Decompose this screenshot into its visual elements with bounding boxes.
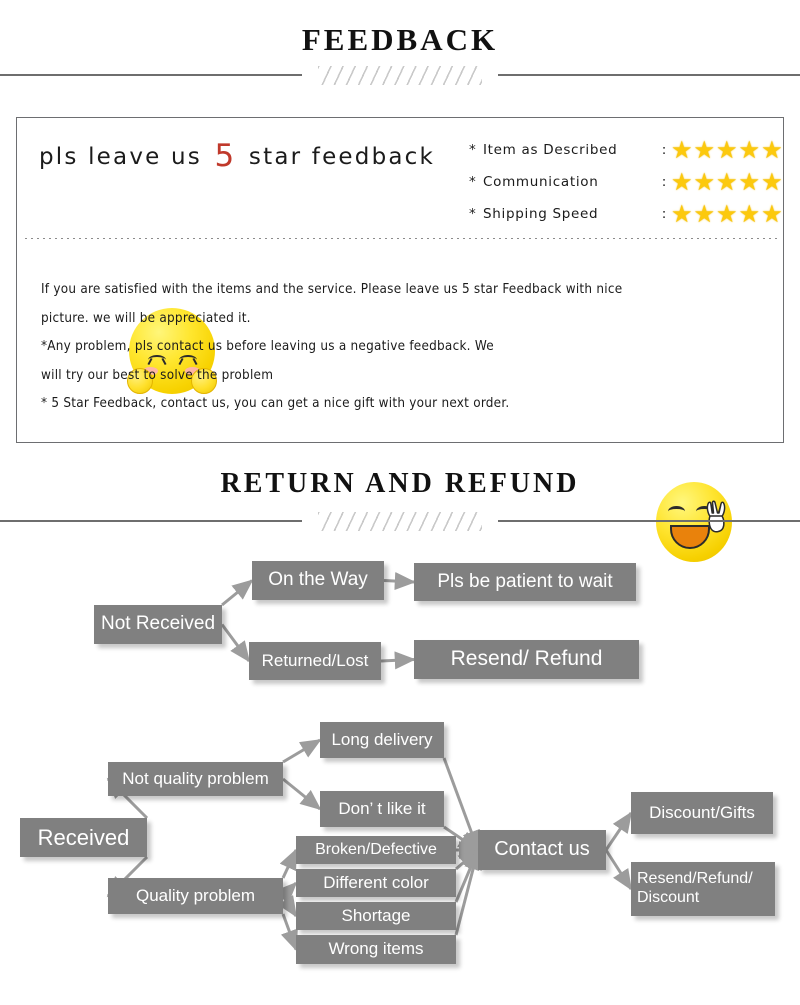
flow-edge-not-received-to-returned-lost	[220, 623, 251, 663]
flow-node-not-received[interactable]: Not Received	[94, 605, 222, 644]
return-refund-flowchart: Not Received On the Way Pls be patient to …	[0, 0, 800, 1005]
flow-node-label: Broken/Defective	[315, 841, 437, 859]
flow-node-label: Pls be patient to wait	[437, 570, 613, 592]
flow-node-discount-gifts[interactable]: Discount/Gifts	[631, 792, 773, 834]
flow-node-label: Discount/Gifts	[649, 802, 755, 822]
flow-node-returned-lost[interactable]: Returned/Lost	[249, 642, 381, 680]
flow-node-wrong-items[interactable]: Wrong items	[296, 935, 456, 964]
flow-node-label: Shortage	[341, 905, 411, 925]
flow-edge-contact-us-to-discount-gifts	[604, 811, 633, 851]
flow-node-label: Wrong items	[328, 939, 424, 959]
flow-node-long-delivery[interactable]: Long delivery	[320, 722, 444, 758]
flow-node-label: Don’ t like it	[338, 798, 426, 818]
flow-edge-on-the-way-to-pls-be-patient	[383, 572, 416, 591]
flow-node-label: Different color	[323, 872, 429, 892]
flow-node-label: Not quality problem	[122, 768, 269, 788]
flow-node-label: Contact us	[494, 838, 590, 861]
flow-node-on-the-way[interactable]: On the Way	[252, 561, 384, 600]
flow-edge-quality-problem-to-broken-defective	[279, 848, 298, 879]
flow-node-label: Received	[37, 824, 130, 850]
flow-edge-quality-problem-to-different-color	[276, 881, 298, 903]
flow-node-broken-defective[interactable]: Broken/Defective	[296, 836, 456, 864]
flow-edge-different-color-to-contact-us	[455, 848, 480, 871]
flow-node-contact-us[interactable]: Contact us	[478, 830, 606, 870]
flow-edge-quality-problem-to-shortage	[277, 894, 298, 918]
flow-node-different-color[interactable]: Different color	[296, 869, 456, 897]
flow-edge-contact-us-to-resend-refund-discount	[604, 849, 633, 891]
flow-node-dont-like-it[interactable]: Don’ t like it	[320, 791, 444, 827]
flow-node-resend-refund[interactable]: Resend/ Refund	[414, 640, 639, 679]
flow-node-label: Resend/ Refund	[450, 647, 603, 671]
flow-edge-returned-lost-to-resend-refund	[380, 651, 416, 670]
flow-node-not-quality[interactable]: Not quality problem	[108, 762, 283, 796]
flow-node-label: Long delivery	[331, 729, 433, 749]
flow-edge-wrong-items-to-contact-us	[454, 848, 482, 936]
flow-edge-not-quality-to-long-delivery	[282, 738, 322, 764]
flow-edge-not-quality-to-dont-like-it	[282, 777, 322, 811]
page-root: FEEDBACK pls leave us 5 star feedback * I…	[0, 0, 800, 1005]
flow-node-resend-refund-discount[interactable]: Resend/Refund/ Discount	[631, 862, 775, 916]
flow-node-label: Quality problem	[135, 885, 256, 905]
flow-node-received[interactable]: Received	[20, 818, 147, 857]
flow-node-shortage[interactable]: Shortage	[296, 902, 456, 930]
flow-edge-shortage-to-contact-us	[454, 848, 480, 903]
flow-node-label: Returned/Lost	[261, 650, 369, 670]
flow-node-label: Resend/Refund/ Discount	[637, 870, 753, 906]
flow-edge-quality-problem-to-wrong-items	[280, 913, 298, 952]
flow-node-label: Not Received	[100, 613, 216, 635]
flow-node-quality-problem[interactable]: Quality problem	[108, 878, 283, 914]
flow-node-label: On the Way	[268, 569, 368, 591]
flow-node-pls-be-patient[interactable]: Pls be patient to wait	[414, 563, 636, 601]
flow-edge-not-received-to-on-the-way	[221, 579, 254, 607]
